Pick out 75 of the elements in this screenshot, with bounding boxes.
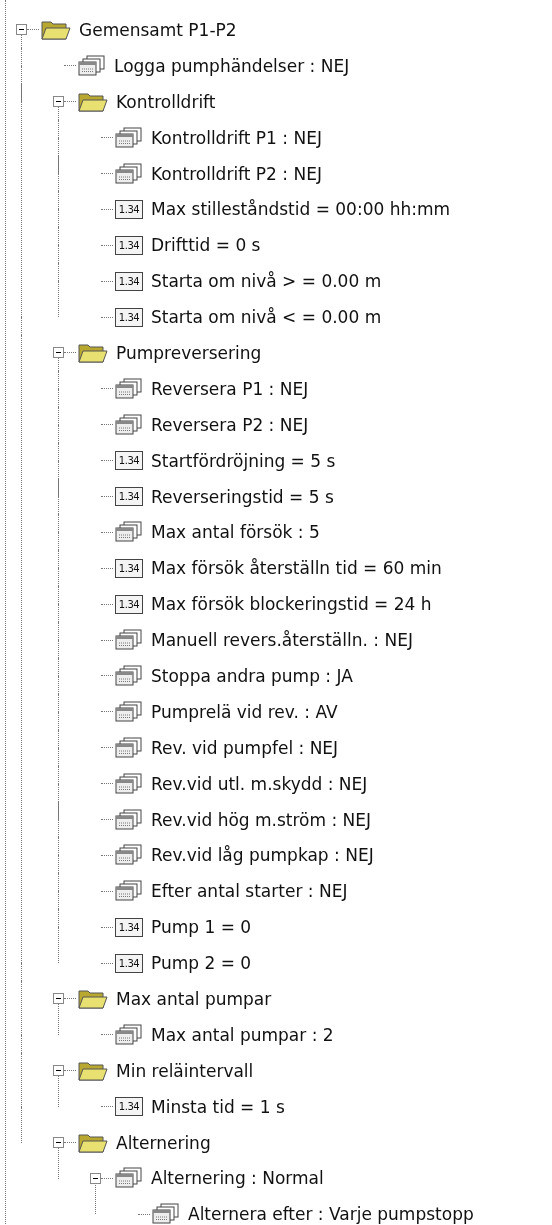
window-stack-icon — [115, 1023, 143, 1046]
tree-item-label[interactable]: Efter antal starter : NEJ — [151, 881, 348, 902]
tree-item-label[interactable]: Pumprelä vid rev. : AV — [151, 701, 338, 722]
window-stack-icon — [115, 1167, 143, 1190]
tree-item-label[interactable]: Min reläintervall — [116, 1060, 254, 1081]
tree-item-label[interactable]: Max antal försök : 5 — [151, 522, 320, 543]
collapse-toggle[interactable] — [53, 96, 64, 108]
collapse-toggle[interactable] — [16, 24, 27, 36]
tree-item-label[interactable]: Pump 1 = 0 — [151, 917, 252, 938]
tree-item-label[interactable]: Kontrolldrift P1 : NEJ — [151, 127, 322, 148]
window-stack-icon — [115, 664, 143, 687]
decimal-icon: 1.34 — [115, 451, 143, 471]
window-stack-icon — [152, 1203, 180, 1225]
decimal-icon: 1.34 — [115, 558, 143, 578]
window-stack-icon — [115, 629, 143, 652]
tree-item-label[interactable]: Starta om nivå < = 0.00 m — [151, 307, 382, 328]
collapse-toggle[interactable] — [53, 993, 64, 1005]
tree-item-label[interactable]: Alternera efter : Varje pumpstopp — [188, 1204, 474, 1225]
decimal-icon: 1.34 — [115, 271, 143, 291]
tree-item-label[interactable]: Rev. vid pumpfel : NEJ — [151, 737, 339, 758]
tree-item-label[interactable]: Logga pumphändelser : NEJ — [114, 55, 350, 76]
tree-item-label[interactable]: Reversera P1 : NEJ — [151, 378, 309, 399]
tree-item-label[interactable]: Gemensamt P1-P2 — [79, 19, 237, 40]
tree-item-label[interactable]: Max försök återställn tid = 60 min — [151, 558, 442, 579]
folder-icon — [41, 18, 71, 41]
window-stack-icon — [115, 377, 143, 400]
window-stack-icon — [115, 700, 143, 723]
decimal-icon: 1.34 — [115, 307, 143, 327]
window-stack-icon — [115, 772, 143, 795]
decimal-icon: 1.34 — [115, 594, 143, 614]
window-stack-icon — [115, 808, 143, 831]
folder-icon — [78, 1059, 108, 1082]
folder-icon — [78, 988, 108, 1010]
tree-item-label[interactable]: Pumpreversering — [116, 342, 262, 363]
decimal-icon: 1.34 — [115, 1097, 143, 1117]
tree-item-label[interactable]: Rev.vid hög m.ström : NEJ — [151, 809, 372, 830]
window-stack-icon — [115, 521, 143, 544]
collapse-toggle[interactable] — [53, 1065, 64, 1077]
tree-item-label[interactable]: Alternering : Normal — [151, 1168, 324, 1189]
tree-item-label[interactable]: Max antal pumpar : 2 — [151, 1024, 334, 1045]
window-stack-icon — [115, 162, 143, 185]
tree-item-label[interactable]: Kontrolldrift P2 : NEJ — [151, 163, 322, 184]
folder-icon — [78, 90, 108, 113]
tree-item-label[interactable]: Manuell revers.återställn. : NEJ — [151, 630, 413, 651]
decimal-icon: 1.34 — [115, 487, 143, 506]
tree-item-label[interactable]: Max stilleståndstid = 00:00 hh:mm — [151, 199, 451, 220]
window-stack-icon — [115, 880, 143, 903]
window-stack-icon — [115, 413, 143, 436]
folder-icon — [78, 1131, 108, 1154]
tree-item-label[interactable]: Startfördröjning = 5 s — [151, 450, 336, 471]
decimal-icon: 1.34 — [115, 917, 143, 937]
tree-item-label[interactable]: Reverseringstid = 5 s — [151, 486, 334, 507]
decimal-icon: 1.34 — [115, 953, 143, 973]
collapse-toggle[interactable] — [90, 1172, 101, 1184]
window-stack-icon — [115, 736, 143, 759]
window-stack-icon — [115, 126, 143, 149]
tree-item-label[interactable]: Pump 2 = 0 — [151, 953, 252, 974]
tree-item-label[interactable]: Drifttid = 0 s — [151, 235, 261, 256]
decimal-icon: 1.34 — [115, 235, 143, 255]
tree-item-label[interactable]: Minsta tid = 1 s — [151, 1096, 285, 1117]
tree-item-label[interactable]: Rev.vid låg pumpkap : NEJ — [151, 845, 374, 866]
tree-item-label[interactable]: Starta om nivå > = 0.00 m — [151, 271, 382, 292]
window-stack-icon — [78, 54, 106, 77]
tree-item-label[interactable]: Max antal pumpar — [116, 989, 272, 1009]
tree-item-label[interactable]: Kontrolldrift — [116, 91, 216, 112]
collapse-toggle[interactable] — [53, 1137, 64, 1149]
tree-item-label[interactable]: Max försök blockeringstid = 24 h — [151, 594, 432, 615]
collapse-toggle[interactable] — [53, 347, 64, 359]
tree-item-label[interactable]: Stoppa andra pump : JA — [151, 665, 353, 686]
tree-item-label[interactable]: Rev.vid utl. m.skydd : NEJ — [151, 773, 368, 794]
folder-icon — [78, 341, 108, 364]
tree-item-label[interactable]: Alternering — [116, 1132, 211, 1153]
tree-item-label[interactable]: Reversera P2 : NEJ — [151, 414, 309, 435]
window-stack-icon — [115, 844, 143, 867]
decimal-icon: 1.34 — [115, 199, 143, 219]
